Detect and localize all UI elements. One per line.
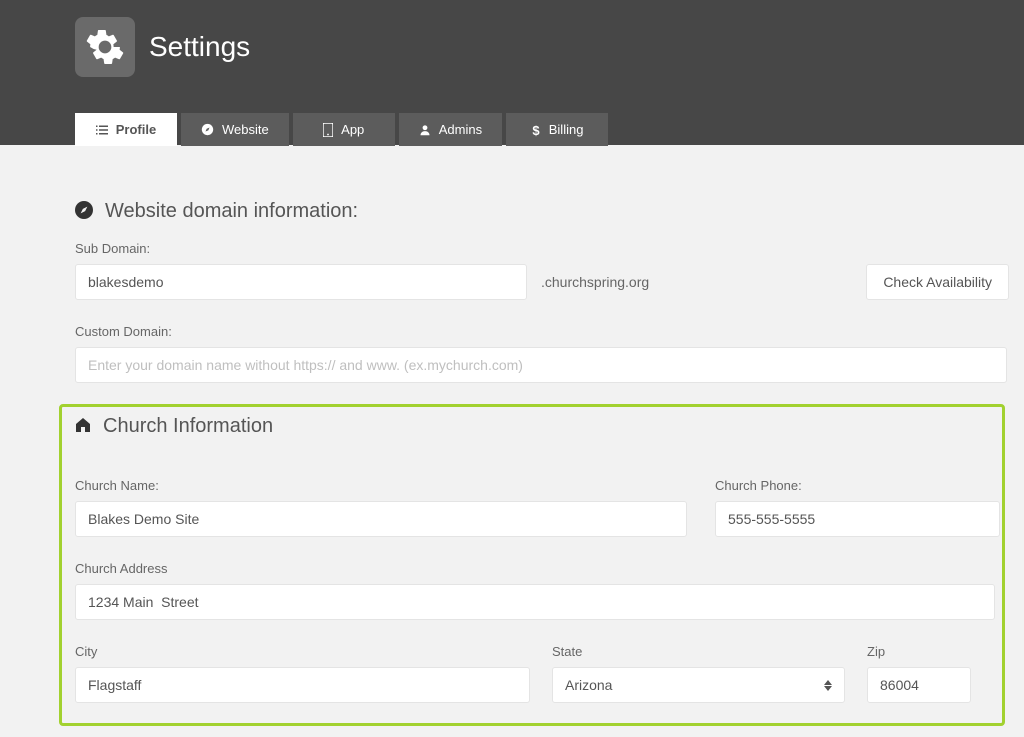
zip-label: Zip [867, 644, 971, 659]
domain-section-header: Website domain information: [75, 200, 1009, 223]
user-icon [419, 124, 431, 136]
gear-icon [75, 17, 135, 77]
tab-billing[interactable]: $ Billing [506, 113, 608, 146]
tab-label: Profile [116, 122, 156, 137]
tab-profile[interactable]: Profile [75, 113, 177, 146]
church-section-header: Church Information [75, 415, 1009, 438]
tab-label: Billing [549, 122, 584, 137]
zip-input[interactable] [867, 667, 971, 703]
tab-row: Profile Website App Admins $ Billing [75, 113, 1024, 146]
tab-label: App [341, 122, 364, 137]
list-icon [96, 124, 108, 136]
custom-domain-input[interactable] [75, 347, 1007, 383]
subdomain-input[interactable] [75, 264, 527, 300]
tab-label: Website [222, 122, 269, 137]
home-icon [75, 417, 91, 436]
state-value: Arizona [565, 677, 612, 693]
custom-domain-label: Custom Domain: [75, 324, 1009, 339]
church-address-input[interactable] [75, 584, 995, 620]
church-phone-input[interactable] [715, 501, 1000, 537]
check-availability-button[interactable]: Check Availability [866, 264, 1009, 300]
svg-text:$: $ [532, 123, 540, 137]
header-bar: Settings Profile Website App Admins [0, 0, 1024, 145]
tab-admins[interactable]: Admins [399, 113, 502, 146]
church-name-input[interactable] [75, 501, 687, 537]
tab-app[interactable]: App [293, 113, 395, 146]
compass-icon [75, 201, 93, 222]
church-section: Church Information Church Name: Church P… [75, 415, 1009, 703]
section-title: Website domain information: [105, 200, 358, 223]
domain-suffix: .churchspring.org [541, 274, 649, 290]
city-input[interactable] [75, 667, 530, 703]
church-phone-label: Church Phone: [715, 478, 1000, 493]
phone-icon [323, 123, 333, 137]
state-select[interactable]: Arizona [552, 667, 845, 703]
dollar-icon: $ [531, 123, 541, 137]
content: Website domain information: Sub Domain: … [0, 145, 1024, 703]
state-label: State [552, 644, 845, 659]
tab-website[interactable]: Website [181, 113, 289, 146]
church-address-label: Church Address [75, 561, 1009, 576]
page-title: Settings [149, 31, 250, 63]
compass-icon [201, 123, 214, 136]
church-name-label: Church Name: [75, 478, 687, 493]
section-title: Church Information [103, 415, 273, 438]
subdomain-label: Sub Domain: [75, 241, 1009, 256]
tab-label: Admins [439, 122, 482, 137]
chevron-up-down-icon [824, 680, 832, 691]
city-label: City [75, 644, 530, 659]
